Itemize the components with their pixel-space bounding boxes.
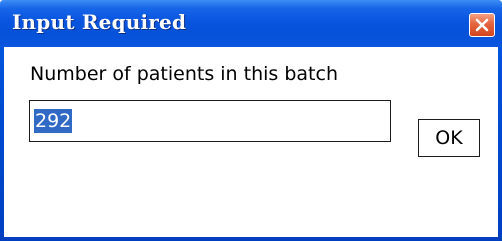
ok-button[interactable]: OK — [418, 119, 480, 157]
window-title: Input Required — [12, 10, 187, 34]
prompt-label: Number of patients in this batch — [30, 63, 338, 85]
patients-count-input[interactable]: 292 — [29, 100, 391, 142]
close-button[interactable] — [469, 13, 495, 37]
input-selected-text: 292 — [34, 109, 73, 133]
close-icon — [475, 18, 489, 32]
input-dialog-window: Input Required Number of patients in thi… — [0, 0, 502, 241]
title-bar[interactable]: Input Required — [0, 0, 502, 47]
